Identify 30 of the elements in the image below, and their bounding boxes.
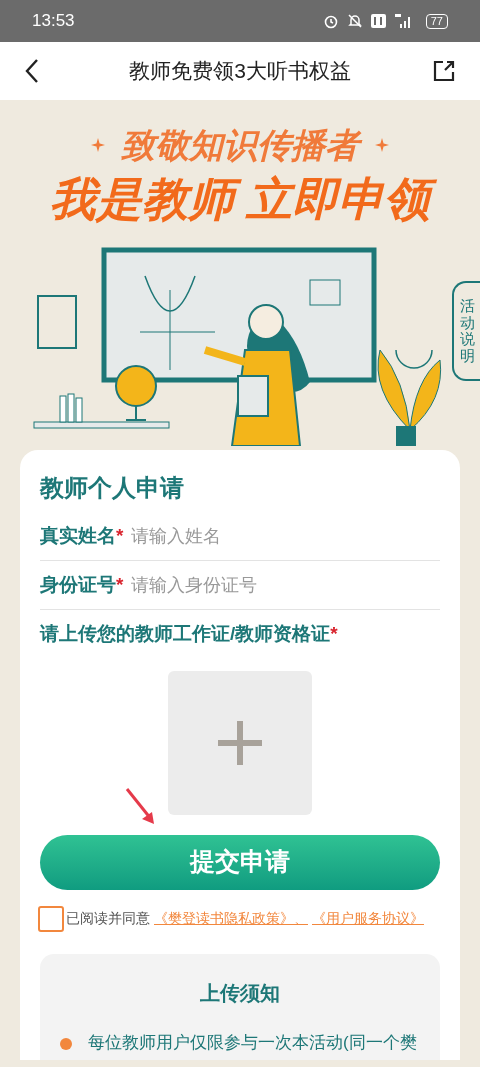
sparkle-icon bbox=[91, 138, 105, 152]
status-time: 13:53 bbox=[32, 10, 75, 33]
bell-muted-icon bbox=[346, 13, 363, 29]
field-label: 身份证号 bbox=[40, 572, 116, 597]
banner-headline: 我是教师 立即申领 bbox=[0, 176, 480, 222]
agreement-text: 已阅读并同意 bbox=[66, 909, 150, 928]
field-label: 真实姓名 bbox=[40, 523, 116, 548]
back-icon[interactable] bbox=[24, 58, 40, 84]
submit-button[interactable]: 提交申请 bbox=[40, 834, 440, 890]
battery-indicator: 77 bbox=[425, 13, 448, 29]
page-title: 教师免费领3大听书权益 bbox=[129, 58, 351, 85]
bullet-icon bbox=[60, 1037, 72, 1050]
policy-link[interactable]: 《用户服务协议》 bbox=[312, 908, 424, 929]
input-field[interactable]: 请输入身份证号 bbox=[131, 571, 440, 599]
hd-icon bbox=[370, 14, 386, 28]
activity-info-tab[interactable]: 活动说明 bbox=[452, 281, 480, 381]
alarm-icon bbox=[322, 13, 339, 29]
required-mark: * bbox=[330, 622, 338, 646]
form-title: 教师个人申请 bbox=[40, 473, 185, 503]
policy-link[interactable]: 《樊登读书隐私政策》、 bbox=[154, 908, 308, 929]
required-mark: * bbox=[116, 523, 124, 548]
notice-item: 每位教师用户仅限参与一次本活动(同一个樊 bbox=[88, 1031, 417, 1054]
required-mark: * bbox=[116, 572, 124, 597]
sparkle-icon bbox=[375, 138, 389, 152]
agreement-checkbox[interactable] bbox=[38, 905, 64, 932]
notice-title: 上传须知 bbox=[199, 980, 281, 1006]
upload-label: 请上传您的教师工作证/教师资格证* bbox=[40, 620, 440, 649]
input-field[interactable]: 请输入姓名 bbox=[131, 522, 440, 550]
plus-icon bbox=[216, 718, 264, 767]
share-icon[interactable] bbox=[432, 59, 456, 83]
